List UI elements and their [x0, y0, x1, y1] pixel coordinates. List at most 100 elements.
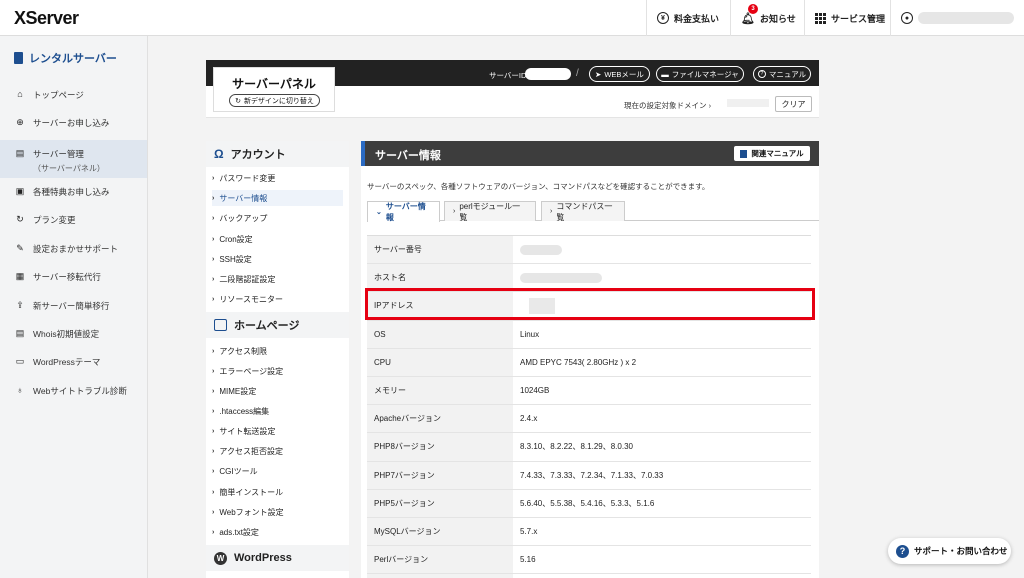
sidebar-item-sublabel: （サーバーパネル） — [33, 164, 105, 173]
menu-item-ads-txt[interactable]: › ads.txt設定 — [212, 524, 343, 540]
table-row: PHP5バージョン 5.6.40、5.5.38、5.4.16、5.3.3、5.1… — [367, 489, 811, 518]
sidebar-heading[interactable]: レンタルサーバー — [14, 50, 117, 66]
row-value: 8.3.10、8.2.22、8.1.29、8.0.30 — [520, 442, 633, 452]
sidebar-item-label: 設定おまかせサポート — [33, 244, 119, 254]
notifications-button[interactable]: 🔔︎ 3 お知らせ — [730, 0, 806, 36]
menu-item-password[interactable]: › パスワード変更 — [212, 170, 343, 186]
support-label: サポート・お問い合わせ — [914, 546, 1008, 556]
menu-heading-label: ホームページ — [234, 320, 300, 332]
file-manager-button[interactable]: ▬ ファイルマネージャ — [656, 66, 744, 82]
menu-item-access-limit[interactable]: › アクセス制限 — [212, 343, 343, 359]
menu-item-easy-install[interactable]: › 簡単インストール — [212, 484, 343, 500]
file-manager-label: ファイルマネージャ — [671, 69, 739, 79]
ip-address-highlight-box — [365, 288, 815, 320]
menu-item-label: アクセス制限 — [219, 346, 267, 356]
menu-item-redirect[interactable]: › サイト転送設定 — [212, 423, 343, 439]
manual-button[interactable]: ? マニュアル — [753, 66, 811, 82]
menu-item-resource-monitor[interactable]: › リソースモニター — [212, 291, 343, 307]
row-key: PHP8バージョン — [367, 433, 513, 461]
sidebar-item-top[interactable]: ⌂ トップページ — [0, 89, 147, 101]
table-row: CPU AMD EPYC 7543( 2.80GHz ) x 2 — [367, 348, 811, 377]
help-icon: ? — [757, 70, 766, 78]
account-name-redacted — [918, 12, 1014, 24]
chevron-right-icon: › — [212, 174, 215, 182]
row-key: CPU — [367, 348, 513, 376]
menu-item-ssh[interactable]: › SSH設定 — [212, 251, 343, 267]
menu-item-label: サイト転送設定 — [219, 426, 276, 436]
sidebar-item-label: Whois初期値設定 — [33, 329, 100, 339]
chevron-right-icon: › — [212, 447, 215, 455]
wrench-icon: ✎ — [16, 242, 24, 253]
sidebar-item-apply[interactable]: ⊕ サーバーお申し込み — [0, 117, 147, 129]
table-row: PHP7バージョン 7.4.33、7.3.33、7.2.34、7.1.33、7.… — [367, 461, 811, 490]
book-icon — [740, 149, 748, 158]
section-title: サーバー情報 — [375, 150, 441, 162]
chevron-right-icon: › — [212, 387, 215, 395]
window-icon — [214, 319, 227, 331]
menu-heading-label: アカウント — [230, 149, 286, 161]
sidebar-item-label: 各種特典お申し込み — [33, 187, 110, 197]
server-number-redacted — [520, 244, 562, 255]
menu-item-access-deny[interactable]: › アクセス拒否設定 — [212, 443, 343, 459]
chevron-right-icon: › — [212, 488, 215, 496]
chevron-right-icon: › — [212, 235, 215, 243]
tab-perl-modules[interactable]: › perlモジュール一覧 — [444, 201, 536, 222]
menu-heading-wordpress: W WordPress — [206, 545, 349, 571]
section-description: サーバーのスペック、各種ソフトウェアのバージョン、コマンドパスなどを確認すること… — [367, 182, 710, 191]
row-key: サーバー番号 — [367, 236, 513, 264]
sidebar-item-easy-migration[interactable]: ⇪ 新サーバー簡単移行 — [0, 300, 147, 312]
user-icon: Ω — [214, 147, 224, 161]
menu-item-label: 二段階認証設定 — [219, 274, 276, 284]
row-value — [513, 574, 811, 578]
menu-item-2fa[interactable]: › 二段階認証設定 — [212, 271, 343, 287]
related-manual-button[interactable]: 関連マニュアル — [734, 146, 810, 161]
tab-server-info[interactable]: ⌄ サーバー情報 — [367, 201, 440, 222]
manual-label: マニュアル — [768, 69, 807, 79]
sidebar-item-label: WordPressテーマ — [33, 357, 101, 367]
domain-value-redacted — [727, 99, 769, 107]
menu-heading-homepage: ホームページ — [206, 312, 349, 338]
menu-item-cgi[interactable]: › CGIツール — [212, 463, 343, 479]
related-manual-label: 関連マニュアル — [751, 149, 804, 158]
user-icon: ● — [901, 12, 913, 24]
xserver-logo[interactable]: XServer — [14, 8, 79, 29]
chevron-right-icon: › — [212, 295, 215, 303]
support-contact-button[interactable]: ? サポート・お問い合わせ — [888, 538, 1011, 564]
chevron-right-icon: › — [212, 194, 215, 202]
switch-design-button[interactable]: ↻ 新デザインに切り替え — [229, 94, 320, 107]
menu-item-server-info[interactable]: › サーバー情報 — [212, 190, 343, 206]
sidebar-item-server-manage[interactable]: ▤ サーバー管理 （サーバーパネル） — [0, 140, 147, 178]
sidebar-item-wp-theme[interactable]: ▭ WordPressテーマ — [0, 356, 147, 368]
menu-item-web-font[interactable]: › Webフォント設定 — [212, 504, 343, 520]
panel-title-box: サーバーパネル ↻ 新デザインに切り替え — [213, 67, 335, 112]
row-value: 7.4.33、7.3.33、7.2.34、7.1.33、7.0.33 — [520, 470, 664, 480]
tab-command-paths[interactable]: › コマンドパス一覧 — [541, 201, 625, 222]
gift-icon: ▣ — [15, 185, 25, 196]
menu-item-htaccess[interactable]: › .htaccess編集 — [212, 403, 343, 419]
webmail-button[interactable]: ➤ WEBメール — [589, 66, 650, 82]
server-id-label: サーバーID — [489, 71, 527, 80]
menu-item-mime[interactable]: › MIME設定 — [212, 383, 343, 399]
menu-item-error-page[interactable]: › エラーページ設定 — [212, 363, 343, 379]
sidebar-item-benefits[interactable]: ▣ 各種特典お申し込み — [0, 186, 147, 198]
payment-button[interactable]: ¥ 料金支払い — [646, 0, 729, 36]
services-button[interactable]: サービス管理 — [804, 0, 895, 36]
sidebar: レンタルサーバー ⌂ トップページ ⊕ サーバーお申し込み ▤ サーバー管理 （サーバ… — [0, 36, 148, 578]
sidebar-item-label: Webサイトトラブル診断 — [33, 386, 127, 396]
row-value — [513, 236, 811, 263]
sidebar-item-plan-change[interactable]: ↻ プラン変更 — [0, 214, 147, 226]
sidebar-item-whois[interactable]: ▤ Whois初期値設定 — [0, 328, 147, 340]
menu-item-label: Cron設定 — [219, 234, 253, 244]
menu-item-label: バックアップ — [219, 213, 268, 223]
sidebar-item-site-diagnosis[interactable]: ♁ Webサイトトラブル診断 — [0, 385, 147, 397]
account-button[interactable]: ● — [890, 0, 1024, 36]
menu-item-backup[interactable]: › バックアップ — [212, 210, 343, 226]
table-row: メモリー 1024GB — [367, 376, 811, 406]
panel-menu: Ω アカウント › パスワード変更 › サーバー情報 › バックアップ › Cron設定… — [206, 141, 349, 578]
menu-item-label: Webフォント設定 — [219, 507, 284, 517]
grid-icon — [815, 12, 826, 24]
sidebar-item-setup-support[interactable]: ✎ 設定おまかせサポート — [0, 243, 147, 255]
clear-button[interactable]: クリア — [775, 96, 812, 112]
menu-item-cron[interactable]: › Cron設定 — [212, 231, 343, 247]
sidebar-item-migration[interactable]: ▦ サーバー移転代行 — [0, 271, 147, 283]
